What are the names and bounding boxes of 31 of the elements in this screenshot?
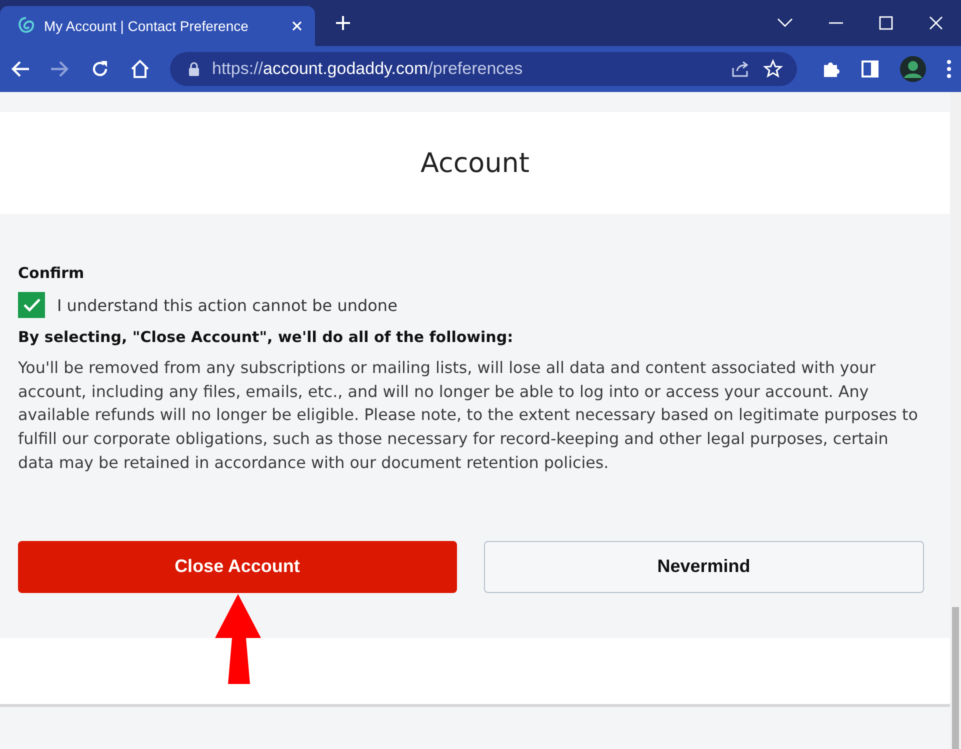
browser-tab[interactable]: My Account | Contact Preference: [0, 6, 315, 46]
new-tab-icon[interactable]: [335, 15, 351, 31]
address-bar[interactable]: https://account.godaddy.com/preferences: [170, 52, 797, 86]
cancel-button[interactable]: Nevermind: [484, 540, 924, 593]
notice-text: You'll be removed from any subscriptions or mailing lists, will lose all data and content associated with your account, including any files, emails, etc., and will no longer be able to log into or access your account. Any available refunds will no longer be eligible. Please note, to the extent necessary based on legitimate purposes to fulfill our corporate obligations, such as those necessary for record-keeping and other legal purposes, certain data may be retained in accordance with our document retention policies.: [18, 357, 919, 474]
menu-icon[interactable]: [947, 60, 951, 78]
notice-title: By selecting, "Close Account", we'll do all of the following:: [18, 328, 514, 346]
chevron-down-icon[interactable]: [777, 18, 793, 28]
checkbox-label: I understand this action cannot be undone: [57, 296, 398, 314]
url-text: https://account.godaddy.com/preferences: [212, 59, 523, 79]
logo-icon: [16, 16, 36, 36]
tab-title: My Account | Contact Preference: [44, 18, 250, 34]
close-icon[interactable]: [291, 20, 303, 32]
scrollbar[interactable]: [950, 92, 961, 749]
checkbox[interactable]: [18, 292, 45, 318]
sidebar-icon[interactable]: [861, 60, 879, 78]
home-icon[interactable]: [130, 59, 150, 79]
close-icon[interactable]: [929, 16, 943, 30]
share-icon[interactable]: [731, 60, 751, 78]
lock-icon: [188, 62, 200, 76]
avatar-icon[interactable]: [899, 55, 927, 83]
maximize-icon[interactable]: [879, 16, 893, 30]
confirm-label: Confirm: [18, 264, 86, 282]
page-heading: Account: [420, 148, 530, 178]
close-account-button[interactable]: Close Account: [18, 540, 456, 593]
check-icon: [22, 298, 40, 312]
back-icon[interactable]: [10, 60, 30, 78]
minimize-icon[interactable]: [829, 22, 843, 24]
forward-icon[interactable]: [50, 60, 70, 78]
reload-icon[interactable]: [90, 59, 110, 79]
star-icon[interactable]: [763, 59, 783, 79]
